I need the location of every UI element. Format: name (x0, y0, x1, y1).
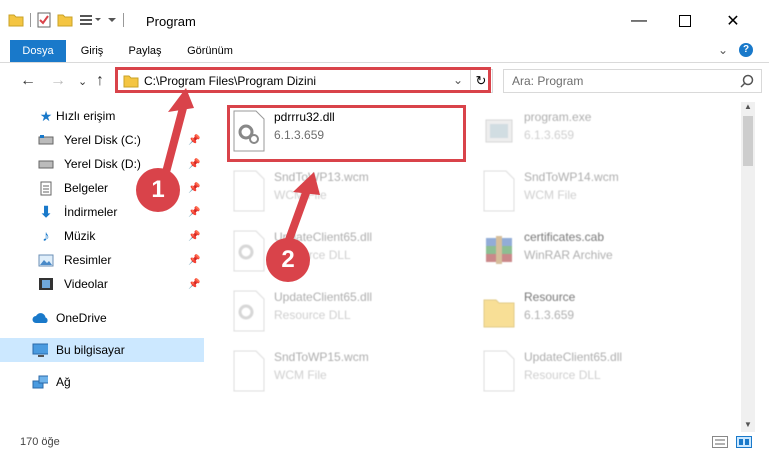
arrow-2-head (293, 172, 320, 195)
callout-2: 2 (266, 238, 310, 282)
arrow-1-head (168, 88, 194, 112)
callout-arrows (161, 88, 320, 252)
callout-1: 1 (136, 168, 180, 212)
arrow-1-shaft (161, 104, 187, 180)
